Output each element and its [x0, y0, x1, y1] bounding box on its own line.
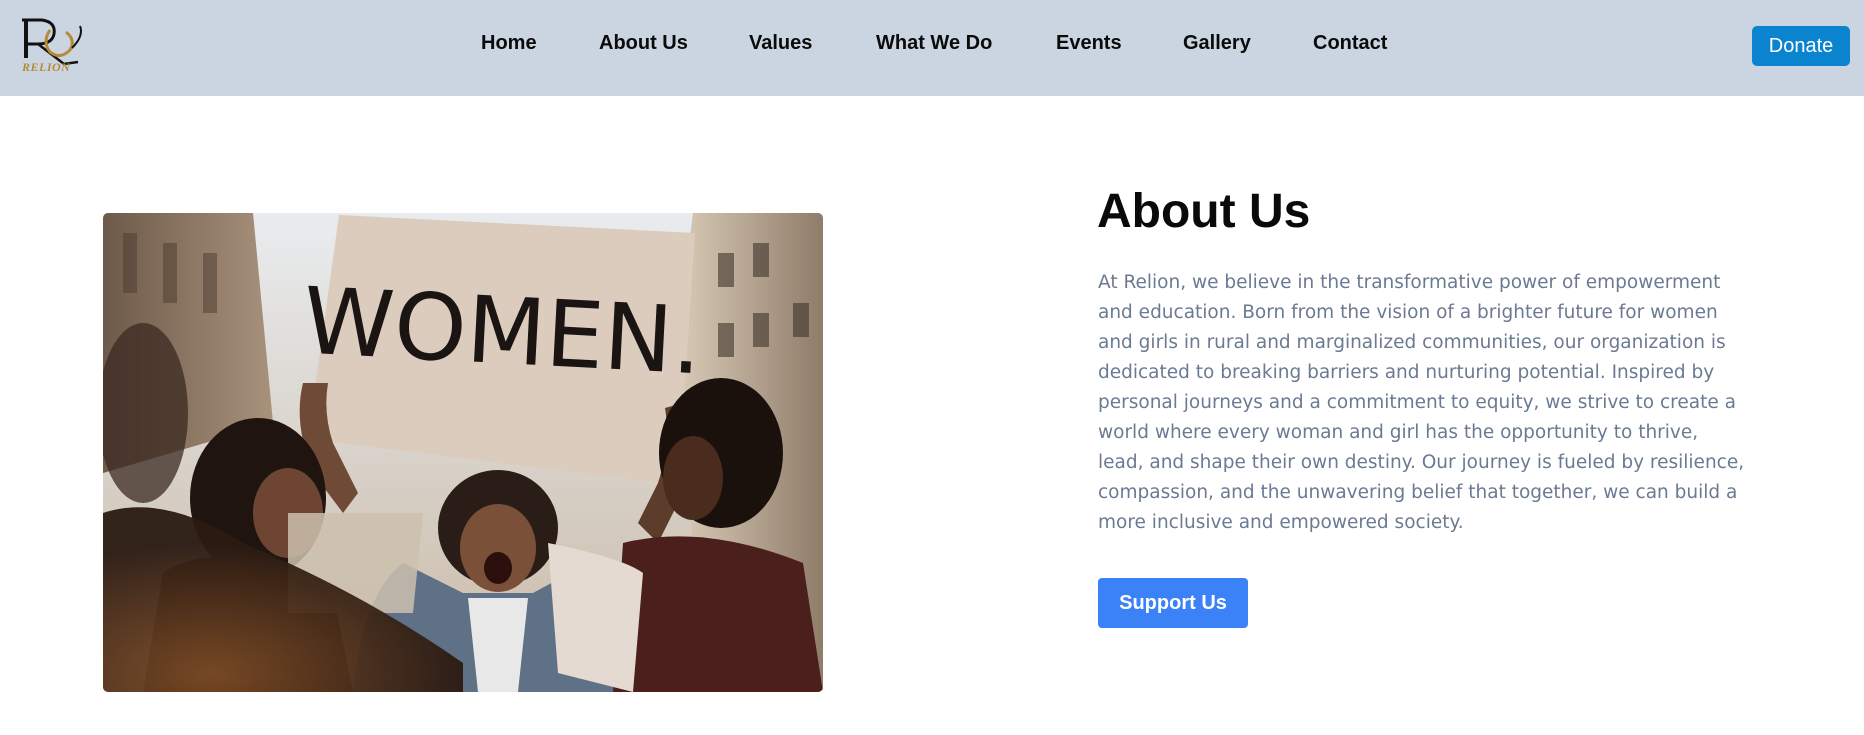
main-nav: Home About Us Values What We Do Events G…	[0, 32, 1864, 62]
nav-what-we-do[interactable]: What We Do	[876, 32, 992, 55]
about-title: About Us	[1097, 185, 1311, 238]
nav-gallery[interactable]: Gallery	[1183, 32, 1251, 55]
donate-button[interactable]: Donate	[1752, 26, 1850, 66]
protest-illustration: WOMEN.	[103, 213, 823, 692]
nav-about-us[interactable]: About Us	[599, 32, 688, 55]
nav-home[interactable]: Home	[481, 32, 537, 55]
sign-text: WOMEN.	[301, 268, 705, 396]
logo-text: RELION	[22, 60, 71, 74]
nav-values[interactable]: Values	[749, 32, 812, 55]
navbar: RELION Home About Us Values What We Do E…	[0, 0, 1864, 96]
support-us-button[interactable]: Support Us	[1098, 578, 1248, 628]
protest-photo: WOMEN.	[103, 213, 823, 692]
nav-events[interactable]: Events	[1056, 32, 1122, 55]
nav-contact[interactable]: Contact	[1313, 32, 1387, 55]
about-body-text: At Relion, we believe in the transformat…	[1098, 272, 1745, 533]
